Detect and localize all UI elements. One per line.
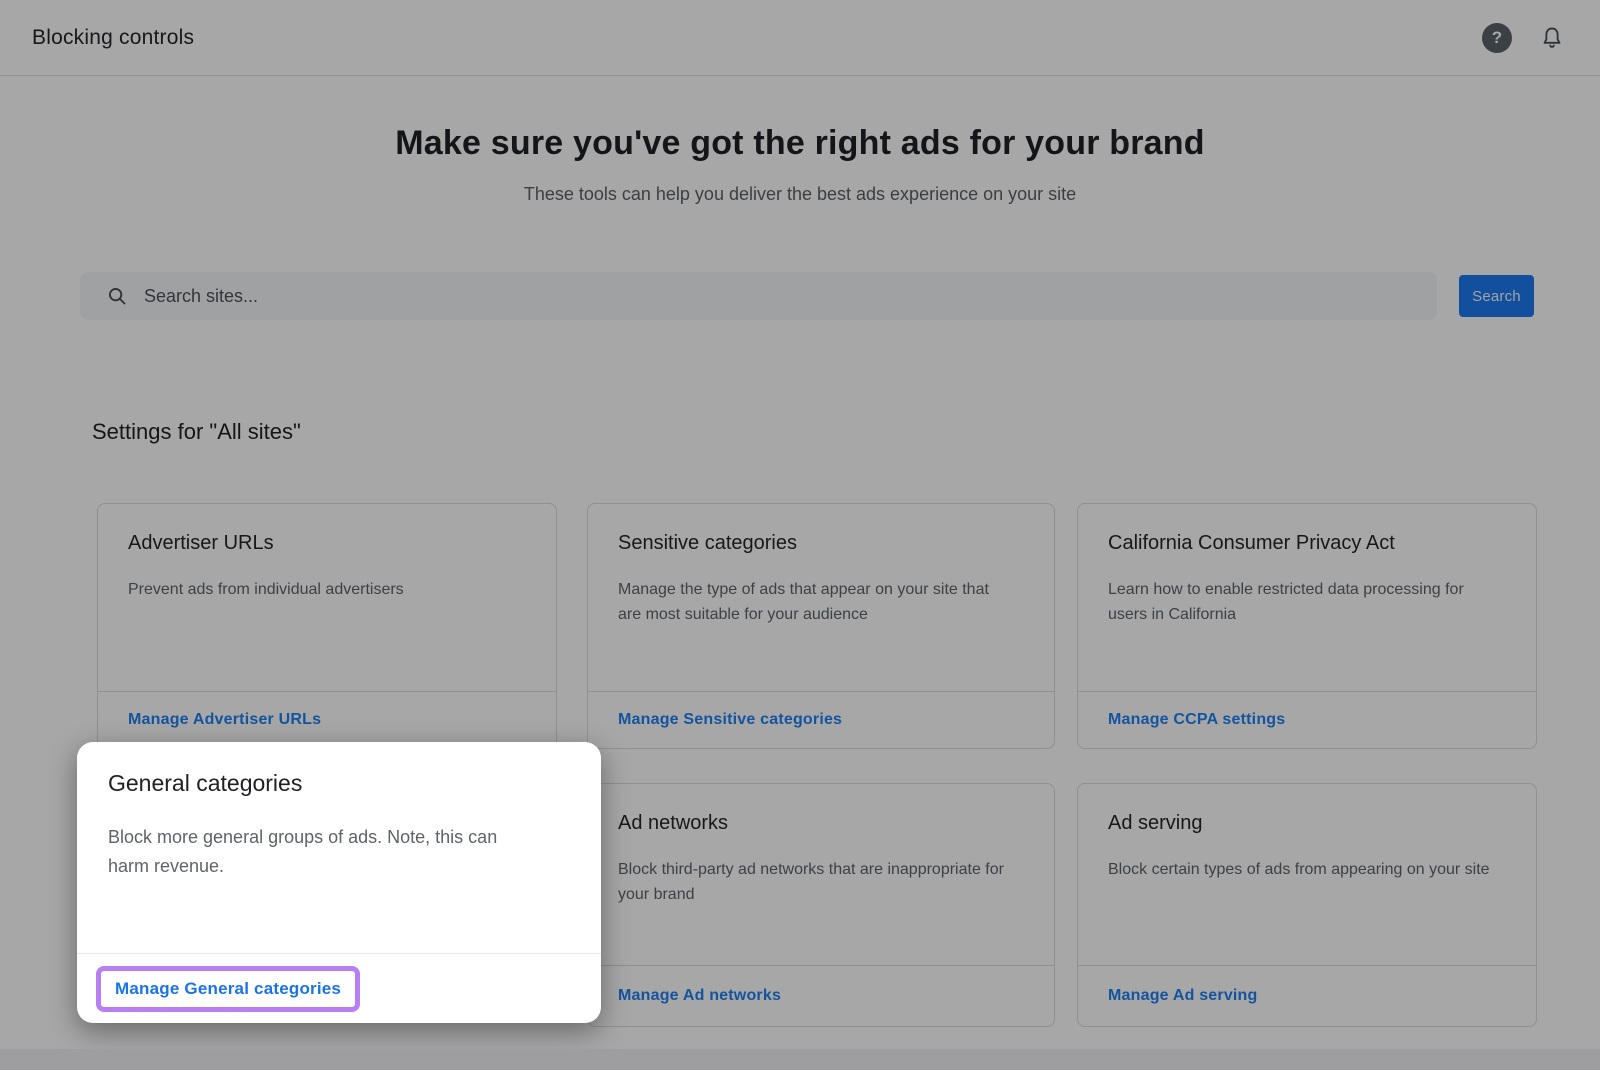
card-description: Block certain types of ads from appearin… xyxy=(1108,857,1500,882)
hero-subtitle: These tools can help you deliver the bes… xyxy=(0,184,1600,205)
hero-heading: Make sure you've got the right ads for y… xyxy=(0,124,1600,163)
bottom-edge-strip xyxy=(0,1049,1600,1070)
card-body: General categories Block more general gr… xyxy=(77,742,601,953)
card-description: Manage the type of ads that appear on yo… xyxy=(618,577,1010,627)
card-sensitive-categories: Sensitive categories Manage the type of … xyxy=(587,503,1055,749)
manage-ad-serving-link[interactable]: Manage Ad serving xyxy=(1108,987,1258,1005)
card-footer: Manage General categories xyxy=(77,953,601,1023)
top-app-bar: Blocking controls ? xyxy=(0,0,1600,76)
search-icon xyxy=(106,285,128,307)
card-general-categories-spotlight: General categories Block more general gr… xyxy=(77,742,601,1023)
card-title: Ad networks xyxy=(618,812,1024,835)
search-bar xyxy=(80,272,1437,320)
card-title: Ad serving xyxy=(1108,812,1506,835)
card-body: Ad serving Block certain types of ads fr… xyxy=(1078,784,1536,965)
page-title: Blocking controls xyxy=(32,26,194,50)
card-description: Block third-party ad networks that are i… xyxy=(618,857,1010,907)
card-ccpa: California Consumer Privacy Act Learn ho… xyxy=(1077,503,1537,749)
help-icon[interactable]: ? xyxy=(1482,23,1512,53)
card-footer: Manage Ad networks xyxy=(588,965,1054,1026)
card-footer: Manage Sensitive categories xyxy=(588,691,1054,748)
purple-highlight-box: Manage General categories xyxy=(96,966,360,1012)
card-body: Sensitive categories Manage the type of … xyxy=(588,504,1054,691)
card-description: Prevent ads from individual advertisers xyxy=(128,577,520,602)
manage-sensitive-categories-link[interactable]: Manage Sensitive categories xyxy=(618,711,842,729)
card-body: Ad networks Block third-party ad network… xyxy=(588,784,1054,965)
card-body: California Consumer Privacy Act Learn ho… xyxy=(1078,504,1536,691)
card-body: Advertiser URLs Prevent ads from individ… xyxy=(98,504,556,691)
card-description: Learn how to enable restricted data proc… xyxy=(1108,577,1500,627)
card-title: Sensitive categories xyxy=(618,532,1024,555)
topbar-icons: ? xyxy=(1482,23,1566,53)
card-footer: Manage Advertiser URLs xyxy=(98,691,556,748)
card-title: California Consumer Privacy Act xyxy=(1108,532,1506,555)
notifications-bell-icon[interactable] xyxy=(1538,24,1566,52)
search-button[interactable]: Search xyxy=(1459,275,1534,317)
manage-ad-networks-link[interactable]: Manage Ad networks xyxy=(618,987,781,1005)
manage-advertiser-urls-link[interactable]: Manage Advertiser URLs xyxy=(128,711,321,729)
card-title: General categories xyxy=(108,770,570,797)
card-footer: Manage Ad serving xyxy=(1078,965,1536,1026)
card-footer: Manage CCPA settings xyxy=(1078,691,1536,748)
card-advertiser-urls: Advertiser URLs Prevent ads from individ… xyxy=(97,503,557,749)
search-input[interactable] xyxy=(144,286,1344,307)
manage-ccpa-settings-link[interactable]: Manage CCPA settings xyxy=(1108,711,1285,729)
manage-general-categories-link[interactable]: Manage General categories xyxy=(115,979,341,999)
card-title: Advertiser URLs xyxy=(128,532,526,555)
settings-section-heading: Settings for "All sites" xyxy=(92,419,301,445)
card-ad-networks: Ad networks Block third-party ad network… xyxy=(587,783,1055,1027)
card-ad-serving: Ad serving Block certain types of ads fr… xyxy=(1077,783,1537,1027)
card-description: Block more general groups of ads. Note, … xyxy=(108,823,532,881)
